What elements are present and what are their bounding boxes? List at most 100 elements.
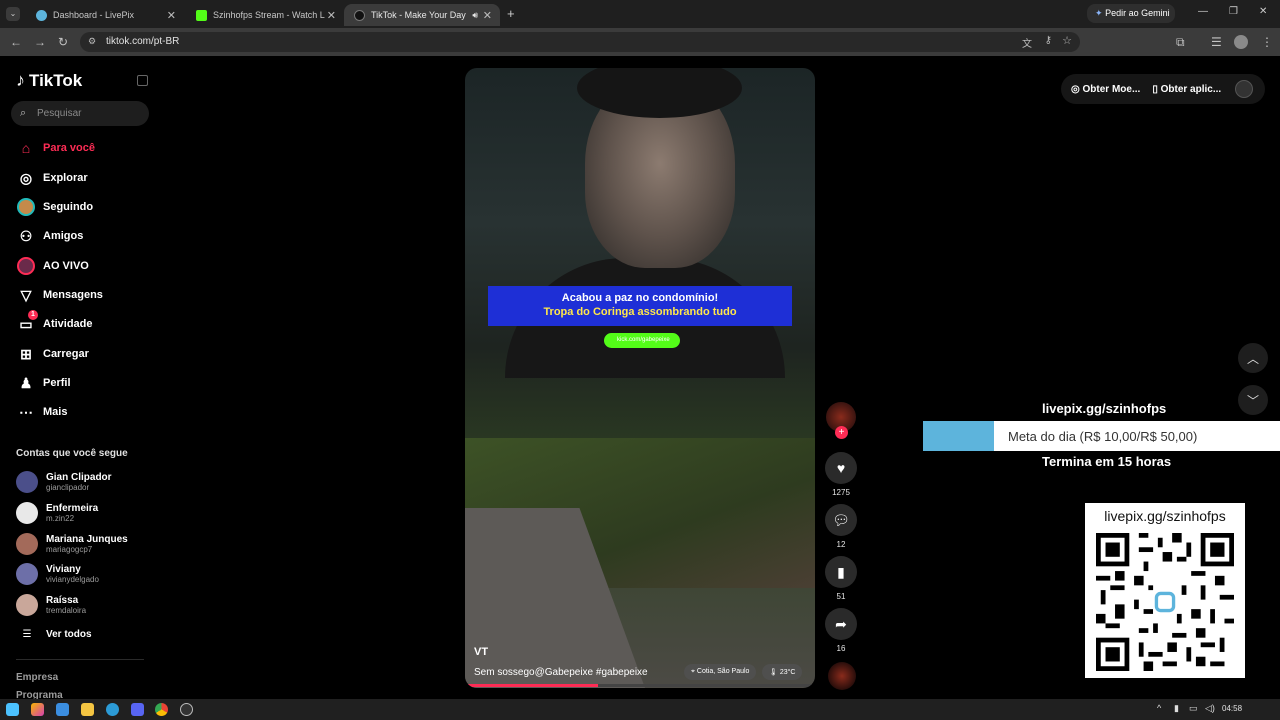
close-tab-icon[interactable]: ✕ [483, 9, 492, 22]
translate-icon[interactable]: 文 [1022, 35, 1032, 50]
video-author[interactable]: VT [474, 646, 488, 658]
kick-badge: kick.com/gabepeixe [604, 333, 680, 348]
close-window-button[interactable]: ✕ [1259, 6, 1267, 17]
next-video-button[interactable]: ﹀ [1238, 385, 1268, 415]
avatar [16, 594, 38, 616]
tab-livepix[interactable]: Dashboard - LivePix ✕ [26, 4, 184, 26]
nav-explore[interactable]: ◎ Explorar [16, 167, 88, 189]
previous-video-button[interactable]: ︿ [1238, 343, 1268, 373]
avatar [16, 563, 38, 585]
restore-button[interactable]: ❐ [1229, 6, 1238, 17]
mic-icon[interactable]: ▮ [1174, 703, 1179, 714]
extensions-icon[interactable]: ⧉ [1176, 35, 1185, 50]
nav-friends[interactable]: ⚇ Amigos [16, 225, 84, 247]
friends-icon: ⚇ [19, 227, 33, 244]
tab-search-button[interactable]: ⌄ [6, 7, 20, 21]
new-tab-button[interactable]: + [507, 6, 515, 21]
nav-following[interactable]: Seguindo [16, 196, 93, 218]
bookmark-star-icon[interactable]: ☆ [1062, 34, 1072, 47]
gemini-button[interactable]: ✦ Pedir ao Gemini [1087, 4, 1175, 23]
followed-account[interactable]: Raíssa tremdaloira [16, 594, 86, 616]
followed-account[interactable]: Viviany vivianydelgado [16, 563, 99, 585]
see-all-link[interactable]: ☰ Ver todos [16, 629, 92, 640]
follow-plus-icon[interactable]: + [835, 426, 848, 439]
share-button[interactable]: ➦ 16 [825, 608, 857, 653]
get-coins-button[interactable]: ◎ Obter Moe... [1071, 84, 1140, 95]
audio-playing-icon[interactable]: 🔊︎ [472, 10, 478, 21]
comment-icon: 💬︎ [825, 504, 857, 536]
minimize-button[interactable]: — [1198, 6, 1208, 17]
avatar [16, 471, 38, 493]
tab-groups-icon[interactable]: ☰ [1211, 35, 1222, 49]
edge-icon[interactable] [106, 703, 119, 716]
close-tab-icon[interactable]: ✕ [327, 9, 336, 22]
close-tab-icon[interactable]: ✕ [167, 9, 176, 22]
url-text: tiktok.com/pt-BR [106, 36, 180, 47]
store-icon[interactable] [56, 703, 69, 716]
nav-activity[interactable]: ▭ 1 Atividade [16, 310, 93, 335]
followed-account[interactable]: Enfermeira m.zin22 [16, 502, 98, 524]
nav-upload[interactable]: ⊞ Carregar [16, 343, 89, 365]
video-player[interactable]: Acabou a paz no condomínio! Tropa do Cor… [465, 68, 815, 688]
activity-badge: 1 [28, 310, 38, 320]
livepix-ends-text: Termina em 15 horas [1042, 454, 1172, 469]
obs-icon[interactable] [180, 703, 193, 716]
tiktok-note-icon: ♪ [16, 70, 25, 90]
account-name: Gian Clipador [46, 471, 112, 483]
followed-account[interactable]: Mariana Junques mariagogcp7 [16, 533, 128, 555]
followed-account[interactable]: Gian Clipador gianclipador [16, 471, 112, 493]
discord-icon[interactable] [131, 703, 144, 716]
livepix-goal-bar: Meta do dia (R$ 10,00/R$ 50,00) [923, 421, 1280, 451]
search-placeholder: Pesquisar [37, 108, 82, 119]
footer-link-company[interactable]: Empresa [16, 672, 58, 683]
like-button[interactable]: ♥ 1275 [825, 452, 857, 497]
windows-start-icon[interactable] [6, 703, 19, 716]
live-icon [16, 256, 36, 276]
file-explorer-icon[interactable] [81, 703, 94, 716]
volume-icon[interactable]: ◁) [1205, 703, 1215, 714]
video-progress-bar[interactable] [465, 684, 815, 687]
comment-count: 12 [836, 540, 846, 549]
video-caption-banner: Acabou a paz no condomínio! Tropa do Cor… [488, 286, 792, 326]
account-handle: tremdaloira [46, 605, 87, 615]
nav-profile[interactable]: ♟ Perfil [16, 372, 71, 394]
search-input[interactable]: ⌕ Pesquisar [11, 101, 149, 126]
address-bar[interactable]: ⚙ tiktok.com/pt-BR 文 ⚷ ☆ [80, 32, 1080, 52]
nav-messages[interactable]: ▽ Mensagens [16, 284, 103, 306]
network-icon[interactable]: ▭ [1189, 703, 1198, 714]
key-icon[interactable]: ⚷ [1045, 35, 1052, 46]
taskbar-clock[interactable]: 04:58 [1222, 704, 1242, 713]
site-info-icon[interactable]: ⚙ [88, 36, 96, 47]
forward-icon[interactable]: → [34, 35, 46, 49]
share-icon: ➦ [825, 608, 857, 640]
nav-for-you[interactable]: ⌂ Para você [16, 137, 95, 159]
video-progress-fill [465, 684, 598, 687]
nav-more[interactable]: ⋯ Mais [16, 401, 67, 423]
account-handle: vivianydelgado [46, 574, 99, 584]
menu-icon[interactable]: ⋮ [1261, 35, 1273, 49]
comment-button[interactable]: 💬︎ 12 [825, 504, 857, 549]
collapse-sidebar-icon[interactable] [137, 75, 148, 86]
music-disc-icon[interactable] [828, 662, 856, 690]
tiktok-logo[interactable]: ♪ TikTok [16, 70, 82, 91]
tray-chevron-icon[interactable]: ^ [1157, 703, 1161, 713]
chrome-icon[interactable] [155, 703, 168, 716]
temperature-text: 23°C [779, 669, 796, 676]
chevron-down-icon: ﹀ [1246, 393, 1259, 408]
tab-kick[interactable]: Szinhofps Stream - Watch Live o ✕ [186, 4, 344, 26]
video-description[interactable]: Sem sossego@Gabepeixe #gabepeixe [474, 667, 648, 678]
user-avatar[interactable] [1235, 80, 1254, 98]
nav-label: Explorar [43, 172, 88, 184]
back-icon[interactable]: ← [10, 35, 22, 49]
following-accounts-title: Contas que você segue [16, 448, 128, 459]
see-all-label: Ver todos [46, 629, 92, 640]
nav-live[interactable]: AO VIVO [16, 255, 89, 277]
get-app-button[interactable]: ▯ Obter aplic... [1152, 84, 1221, 95]
copilot-icon[interactable] [31, 703, 44, 716]
location-chip[interactable]: ⌖ Cotia, São Paulo [684, 664, 757, 680]
tab-tiktok[interactable]: TikTok - Make Your Day 🔊︎ ✕ [344, 4, 500, 26]
reload-icon[interactable]: ↻ [58, 35, 68, 49]
gemini-icon: ✦ [1095, 8, 1103, 18]
profile-avatar-icon[interactable] [1234, 35, 1248, 49]
save-button[interactable]: ▮ 51 [825, 556, 857, 601]
